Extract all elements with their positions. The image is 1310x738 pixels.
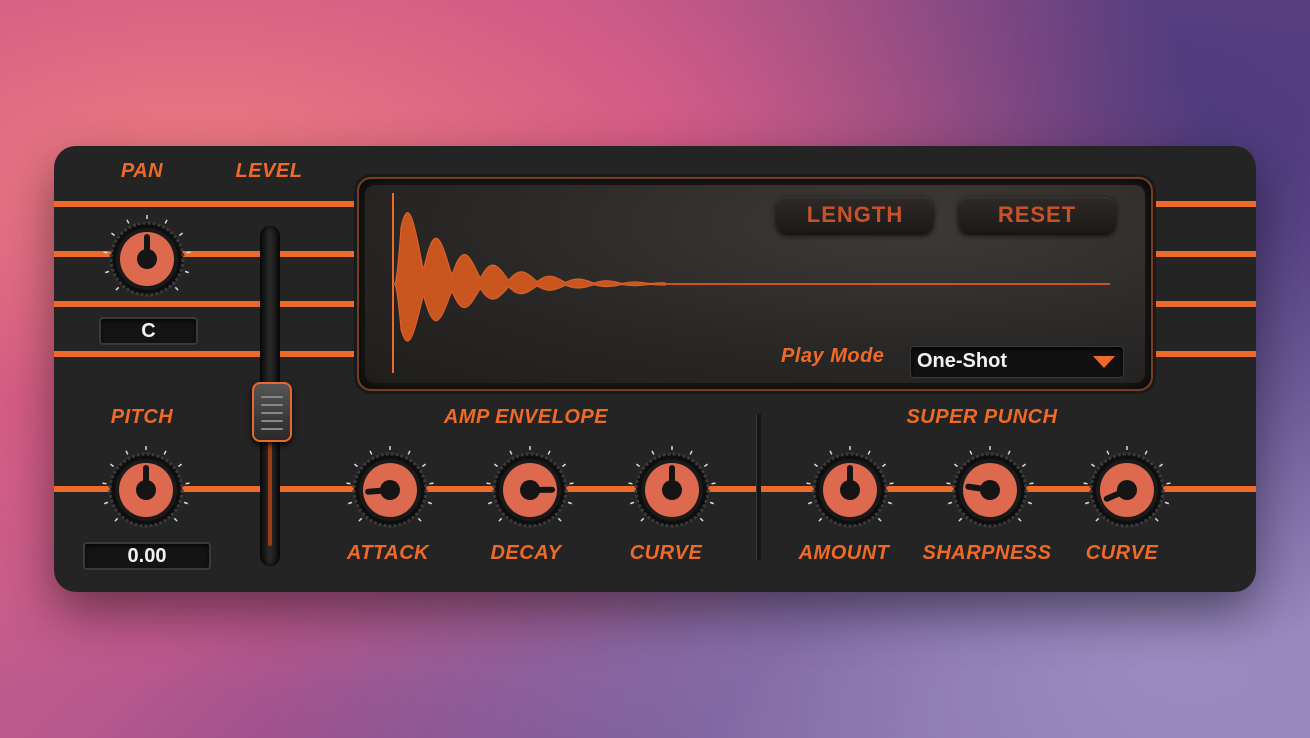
pitch-label: PITCH [110,406,174,428]
attack-label: ATTACK [346,542,430,564]
length-button[interactable]: LENGTH [777,197,933,233]
pan-readout[interactable]: C [99,317,198,345]
play-mode-dropdown[interactable]: One-Shot [910,346,1124,378]
pan-label: PAN [120,160,164,182]
punch-curve-knob[interactable] [1082,445,1172,535]
amount-knob[interactable] [805,445,895,535]
waveform-display: LENGTH RESET Play Mode One-Shot [357,177,1153,391]
plugin-panel: PAN LEVEL PITCH C 0.00 LENGTH RESET Play… [54,146,1256,592]
stripe [54,251,357,257]
play-mode-value: One-Shot [917,350,1007,372]
pitch-knob[interactable] [101,445,191,535]
amount-label: AMOUNT [798,542,890,564]
stripe [1154,251,1256,257]
stripe [54,201,357,207]
stripe [1154,351,1256,357]
stripe [54,351,357,357]
amp-curve-label: CURVE [629,542,703,564]
sharpness-label: SHARPNESS [922,542,1052,564]
attack-knob[interactable] [345,445,435,535]
level-slider-thumb[interactable] [252,382,292,442]
decay-label: DECAY [490,542,562,564]
decay-knob[interactable] [485,445,575,535]
amp-curve-knob[interactable] [627,445,717,535]
sharpness-knob[interactable] [945,445,1035,535]
amp-envelope-label: AMP ENVELOPE [443,406,609,428]
stripe [1154,201,1256,207]
pitch-readout[interactable]: 0.00 [83,542,211,570]
punch-curve-label: CURVE [1085,542,1159,564]
reset-button[interactable]: RESET [959,197,1115,233]
super-punch-label: SUPER PUNCH [906,406,1058,428]
section-divider [756,414,761,560]
triangle-down-icon [1093,356,1115,368]
waveform-screen: LENGTH RESET Play Mode One-Shot [365,185,1145,383]
stripe [1154,301,1256,307]
play-mode-label: Play Mode [781,345,885,367]
stripe [54,301,357,307]
level-label: LEVEL [235,160,303,182]
pan-knob[interactable] [102,214,192,304]
